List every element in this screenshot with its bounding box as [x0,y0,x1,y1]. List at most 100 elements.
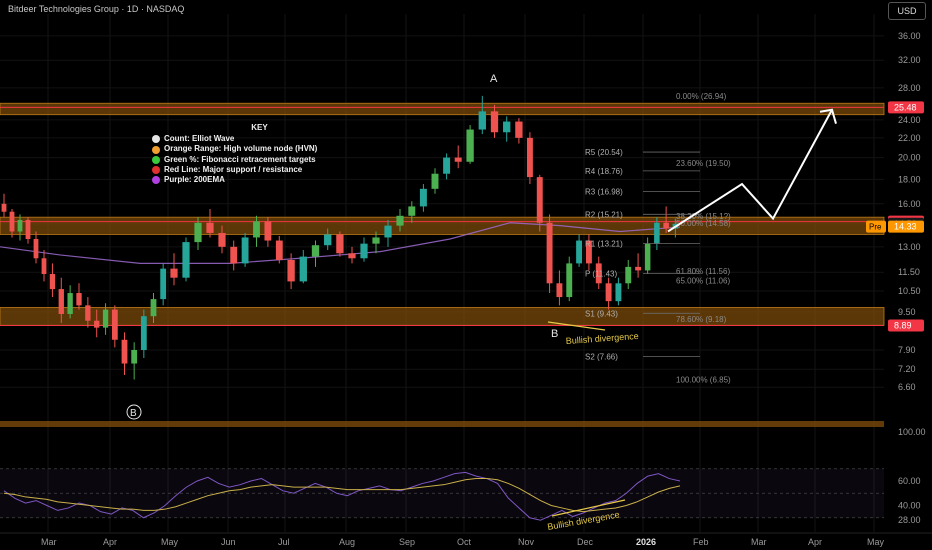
price-tick-label: 36.00 [898,31,921,41]
candle-body [556,283,563,298]
candle-body [230,246,238,264]
key-dot-icon [152,145,160,154]
candle-body [33,238,39,259]
hvn-zone [0,307,885,326]
rsi-tick-label: 40.00 [898,501,921,511]
price-tick-label: 10.50 [898,286,921,296]
price-badge-value: 14.33 [894,222,917,232]
candle-body [546,222,553,284]
candle-body [67,293,73,314]
fib-level-label: 61.80% (11.56) [676,267,730,276]
candle-body [348,253,356,259]
time-axis[interactable]: Mar Apr May Jun Jul Aug Sep Oct Nov Dec 2026 Feb Mar… [0,532,932,547]
candle-body [299,256,307,282]
candle-body [372,237,380,244]
key-dot-icon [152,176,160,185]
candle-body [1,203,7,212]
price-tick-label: 32.00 [898,55,921,65]
chart-title: Bitdeer Technologies Group · 1D · NASDAQ [8,4,185,14]
candle-body [419,188,427,207]
pivot-label: R3 (16.98) [585,187,623,196]
pivot-label: R5 (20.54) [585,148,623,157]
candle-body [102,309,109,328]
key-item-label: Red Line: Major support / resistance [164,164,303,174]
candle-body [503,121,511,133]
candle-body [515,121,523,138]
price-tick-label: 22.00 [898,133,921,143]
price-badge-value: 25.48 [894,102,917,112]
candle-body [275,240,283,260]
candle-body [17,219,23,232]
wave-label-b: B [551,328,558,340]
key-item: Orange Range: High volume node (HVN) [152,144,367,154]
candle-body [218,232,226,247]
candle-body [566,263,573,298]
price-tick-label: 20.00 [898,153,921,163]
candle-body [194,222,202,243]
candle-body [9,211,15,232]
time-tick-label: Apr [808,537,822,547]
key-item-label: Count: Elliot Wave [164,134,235,144]
candle-body [443,157,451,174]
candle-body [140,316,147,350]
time-tick-label: May [161,537,179,547]
price-axis[interactable]: 36.00 32.00 28.00 24.00 22.00 20.00 18.00 16.00… [898,31,921,392]
time-tick-label: Oct [457,537,472,547]
pivot-label: R1 (13.21) [585,239,623,248]
hvn-zones [0,102,885,427]
rsi-tick-label: 28.00 [898,515,921,525]
candle-body [478,111,486,130]
fib-level-label: 78.60% (9.18) [676,315,727,324]
candle-body [625,266,632,284]
time-tick-label: 2026 [636,537,656,547]
hvn-zone [0,102,885,116]
price-tick-label: 16.00 [898,199,921,209]
fib-level-label: 100.00% (6.85) [676,376,731,385]
panel-divider [0,421,884,427]
time-tick-label: Mar [751,537,767,547]
key-title: KEY [251,123,268,132]
hvn-zone [0,216,885,235]
fib-level-label: 0.00% (26.94) [676,92,727,101]
candle-body [324,234,332,246]
legend-key: KEY Count: Elliot Wave Orange Range: Hig… [152,123,367,185]
fibonacci-levels: 0.00% (26.94)23.60% (19.50)38.20% (15.1?… [676,92,731,385]
time-tick-label: Jun [221,537,236,547]
price-tick-label: 6.60 [898,382,916,392]
grid-lines [0,14,884,532]
time-tick-label: May [867,537,885,547]
price-badge-value: 8.89 [894,321,912,331]
candle-body [25,219,31,239]
candle-body [85,305,91,321]
candle-body [111,309,118,340]
divergence-label: Bullish divergence [565,331,639,346]
candle-body [408,206,416,216]
chart-canvas: 0.00% (26.94)23.60% (19.50)38.20% (15.1?… [0,14,932,547]
currency-button[interactable]: USD [888,2,926,20]
rsi-panel: 100.0060.0040.0028.00Bullish divergence [0,427,926,532]
price-tick-label: 18.00 [898,174,921,184]
time-tick-label: Mar [41,537,57,547]
rsi-tick-label: 60.00 [898,476,921,486]
pivot-label: P (11.43) [585,269,618,278]
candle-body [41,258,47,275]
candle-body [360,243,368,259]
time-tick-label: Aug [339,537,355,547]
pivot-label: R4 (18.76) [585,167,623,176]
candle-body [654,222,660,244]
candle-body [384,225,392,238]
pivot-label: R2 (15.21) [585,210,623,219]
price-tick-label: 7.90 [898,345,916,355]
key-item: Red Line: Major support / resistance [152,165,367,175]
fib-level-label: 23.60% (19.50) [676,159,731,168]
time-tick-label: Apr [103,537,117,547]
key-item: Count: Elliot Wave [152,134,367,144]
key-item: Green %: Fibonacci retracement targets [152,155,367,165]
time-tick-label: Jul [278,537,290,547]
time-tick-label: Nov [518,537,535,547]
rsi-tick-label: 100.00 [898,427,926,437]
time-tick-label: Sep [399,537,415,547]
key-item-label: Orange Range: High volume node (HVN) [164,144,318,154]
candle-body [131,349,138,364]
key-item-label: Purple: 200EMA [164,175,225,185]
